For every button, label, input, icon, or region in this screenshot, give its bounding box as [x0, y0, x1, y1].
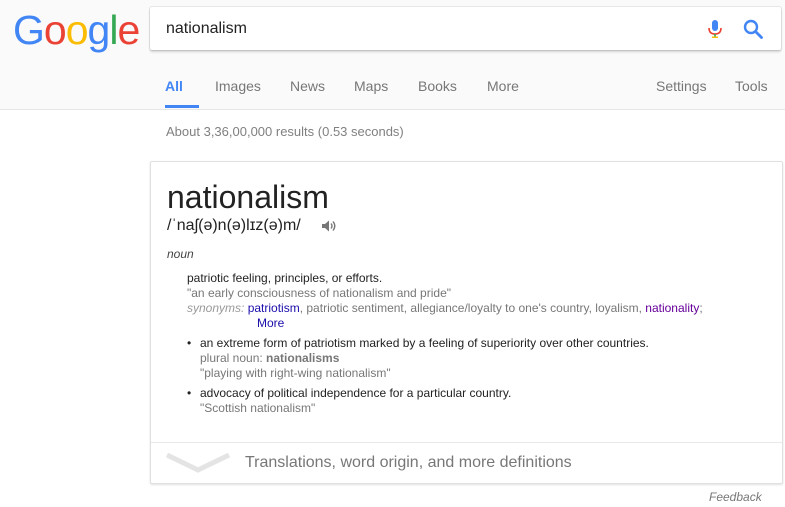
feedback-link[interactable]: Feedback [709, 490, 762, 504]
more-definitions-text: Translations, word origin, and more defi… [245, 454, 572, 471]
plural-word: nationalisms [266, 351, 340, 365]
sense-2-text: an extreme form of patriotism marked by … [200, 336, 649, 350]
header-bar: Google All Images News Maps Books More S… [0, 0, 785, 110]
more-definitions-expander[interactable]: Translations, word origin, and more defi… [151, 443, 782, 483]
logo-letter-3: o [65, 7, 89, 53]
logo-letter-4: g [87, 7, 111, 53]
sense-2-bullet: • [187, 336, 192, 350]
sense-3-example: "Scottish nationalism" [200, 401, 316, 415]
chevron-down-icon [165, 452, 231, 473]
synonyms-row: synonyms: patriotism, patriotic sentimen… [187, 301, 703, 315]
synonym-nationality[interactable]: nationality [645, 301, 699, 315]
microphone-icon[interactable] [705, 19, 725, 39]
logo-letter-1: G [13, 7, 45, 53]
synonyms-label: synonyms: [187, 301, 245, 315]
plural-label: plural noun: [200, 351, 267, 365]
search-input[interactable] [166, 7, 686, 50]
phonetic-spelling: /ˈnaʃ(ə)n(ə)lɪz(ə)m/ [167, 217, 301, 234]
synonyms-more-link[interactable]: More [257, 316, 284, 330]
sense-1-text: patriotic feeling, principles, or effort… [187, 271, 383, 285]
google-logo[interactable]: Google [13, 7, 140, 53]
synonyms-end: ; [699, 301, 703, 315]
result-stats: About 3,36,00,000 results (0.53 seconds) [166, 124, 404, 139]
sense-2-plural: plural noun: nationalisms [200, 351, 339, 365]
synonyms-plain: , patriotic sentiment, allegiance/loyalt… [299, 301, 646, 315]
speaker-icon[interactable] [321, 219, 337, 233]
tab-books[interactable]: Books [418, 78, 457, 94]
tab-all-underline [165, 105, 199, 108]
tab-maps[interactable]: Maps [354, 78, 388, 94]
part-of-speech: noun [167, 247, 194, 261]
tab-tools[interactable]: Tools [735, 78, 768, 94]
tab-images[interactable]: Images [215, 78, 261, 94]
logo-letter-5: l [109, 7, 118, 53]
sense-2-example: "playing with right-wing nationalism" [200, 366, 391, 380]
sense-1-example: "an early consciousness of nationalism a… [187, 286, 451, 300]
tab-more[interactable]: More [487, 78, 519, 94]
search-box [150, 7, 781, 50]
sense-3-text: advocacy of political independence for a… [200, 386, 512, 400]
logo-letter-2: o [43, 7, 67, 53]
synonym-patriotism[interactable]: patriotism [248, 301, 300, 315]
search-icon[interactable] [742, 18, 764, 40]
sense-3-bullet: • [187, 386, 192, 400]
tab-news[interactable]: News [290, 78, 325, 94]
dictionary-card: nationalism /ˈnaʃ(ə)n(ə)lɪz(ə)m/ noun pa… [150, 161, 783, 484]
logo-letter-6: e [117, 7, 140, 53]
tab-settings[interactable]: Settings [656, 78, 707, 94]
tab-all[interactable]: All [165, 78, 183, 94]
definition-word: nationalism [167, 179, 329, 215]
